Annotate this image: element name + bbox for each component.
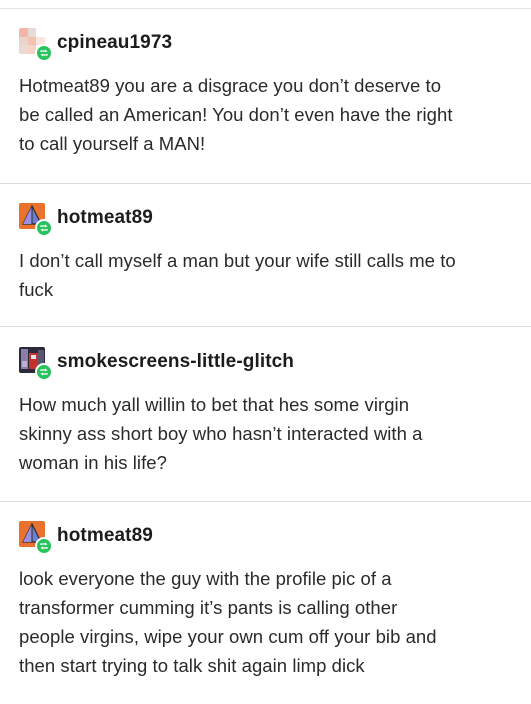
post-line: look everyone the guy with the profile p…: [19, 568, 392, 589]
username[interactable]: hotmeat89: [57, 207, 153, 229]
reblog-post: hotmeat89 I don’t call myself a man but …: [0, 201, 531, 304]
reblog-icon: [35, 219, 53, 237]
post-body: How much yall willin to bet that hes som…: [19, 390, 521, 477]
avatar[interactable]: [19, 28, 53, 62]
reblog-post: smokescreens-little-glitch How much yall…: [0, 345, 531, 477]
post-line: I don’t call myself a man but your wife …: [19, 250, 456, 271]
post-line: be called an American! You don’t even ha…: [19, 104, 453, 125]
top-divider: [0, 8, 531, 9]
post-divider: [0, 501, 531, 502]
post-header: smokescreens-little-glitch: [19, 345, 521, 381]
reblog-post: cpineau1973 Hotmeat89 you are a disgrace…: [0, 26, 531, 158]
avatar[interactable]: [19, 521, 53, 555]
post-header: hotmeat89: [19, 519, 521, 555]
post-line: woman in his life?: [19, 452, 167, 473]
post-divider: [0, 183, 531, 184]
avatar[interactable]: [19, 203, 53, 237]
post-header: cpineau1973: [19, 26, 521, 62]
post-line: How much yall willin to bet that hes som…: [19, 394, 410, 415]
reblog-icon: [35, 44, 53, 62]
post-body: look everyone the guy with the profile p…: [19, 564, 521, 680]
post-line: fuck: [19, 279, 54, 300]
post-line: to call yourself a MAN!: [19, 133, 206, 154]
post-divider: [0, 326, 531, 327]
post-line: then start trying to talk shit again lim…: [19, 655, 365, 676]
post-line: skinny ass short boy who hasn’t interact…: [19, 423, 423, 444]
reblog-post: hotmeat89 look everyone the guy with the…: [0, 519, 531, 680]
username[interactable]: cpineau1973: [57, 32, 172, 54]
post-body: Hotmeat89 you are a disgrace you don’t d…: [19, 71, 521, 158]
username[interactable]: smokescreens-little-glitch: [57, 351, 294, 373]
post-body: I don’t call myself a man but your wife …: [19, 246, 521, 304]
post-line: transformer cumming it’s pants is callin…: [19, 597, 398, 618]
reblog-icon: [35, 537, 53, 555]
post-header: hotmeat89: [19, 201, 521, 237]
avatar[interactable]: [19, 347, 53, 381]
username[interactable]: hotmeat89: [57, 525, 153, 547]
post-line: Hotmeat89 you are a disgrace you don’t d…: [19, 75, 442, 96]
post-line: people virgins, wipe your own cum off yo…: [19, 626, 437, 647]
reblog-icon: [35, 363, 53, 381]
